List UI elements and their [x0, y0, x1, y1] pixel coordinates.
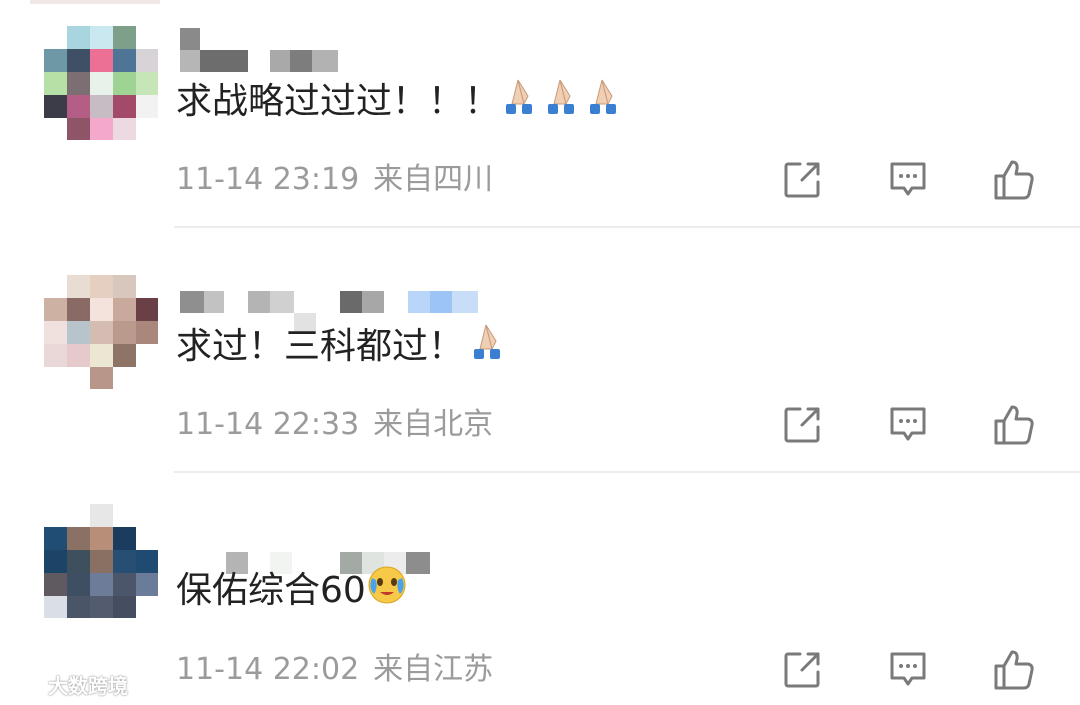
comment-meta: 11-14 23:19 来自四川 [176, 160, 493, 200]
comment-bubble-icon [890, 407, 926, 441]
comment-time: 11-14 22:02 [176, 652, 360, 687]
reply-button[interactable] [884, 156, 932, 204]
comment-meta: 11-14 22:02 来自江苏 [176, 650, 493, 690]
username-pixelated[interactable] [176, 516, 496, 574]
divider [174, 226, 1080, 228]
comment-time: 11-14 23:19 [176, 162, 360, 197]
thumbs-up-icon [994, 650, 1034, 690]
folded-hands-icon [504, 76, 630, 130]
comment-body: 求过！三科都过！ [176, 326, 465, 367]
comment-actions [778, 646, 1048, 694]
comment-location: 来自北京 [373, 407, 494, 442]
folded-hands-icon [468, 321, 508, 375]
comment-actions [778, 401, 1048, 449]
watermark-text: 大数跨境 [48, 674, 128, 698]
divider [174, 471, 1080, 473]
comment-body: 保佑综合60 [176, 570, 366, 611]
comment-location: 来自江苏 [373, 652, 494, 687]
avatar[interactable] [44, 504, 158, 618]
share-button[interactable] [778, 156, 826, 204]
share-icon [784, 652, 820, 688]
comment-time: 11-14 22:33 [176, 407, 360, 442]
comment-text: 求战略过过过！！！ [176, 76, 630, 130]
share-icon [784, 407, 820, 443]
avatar[interactable] [44, 275, 158, 389]
like-button[interactable] [990, 156, 1038, 204]
comment-actions [778, 156, 1048, 204]
avatar[interactable] [44, 26, 158, 140]
share-button[interactable] [778, 646, 826, 694]
like-button[interactable] [990, 401, 1038, 449]
reply-button[interactable] [884, 401, 932, 449]
thumbs-up-icon [994, 160, 1034, 200]
like-button[interactable] [990, 646, 1038, 694]
share-icon [784, 162, 820, 198]
thumbs-up-icon [994, 405, 1034, 445]
share-button[interactable] [778, 401, 826, 449]
username-pixelated[interactable] [176, 26, 496, 76]
watermark: 大数跨境 [8, 670, 128, 700]
comment-bubble-icon [890, 162, 926, 196]
comment-meta: 11-14 22:33 来自北京 [176, 405, 493, 445]
comment-text: 求过！三科都过！ [176, 321, 508, 375]
username-pixelated[interactable] [176, 271, 496, 333]
comment-bubble-icon [890, 652, 926, 686]
reply-button[interactable] [884, 646, 932, 694]
crying-smile-icon [366, 564, 408, 620]
comment-body: 求战略过过过！！！ [176, 81, 501, 122]
comment-text: 保佑综合60 [176, 564, 408, 620]
comment-location: 来自四川 [373, 162, 494, 197]
watermark-logo-icon [9, 677, 46, 698]
top-divider [30, 0, 160, 4]
